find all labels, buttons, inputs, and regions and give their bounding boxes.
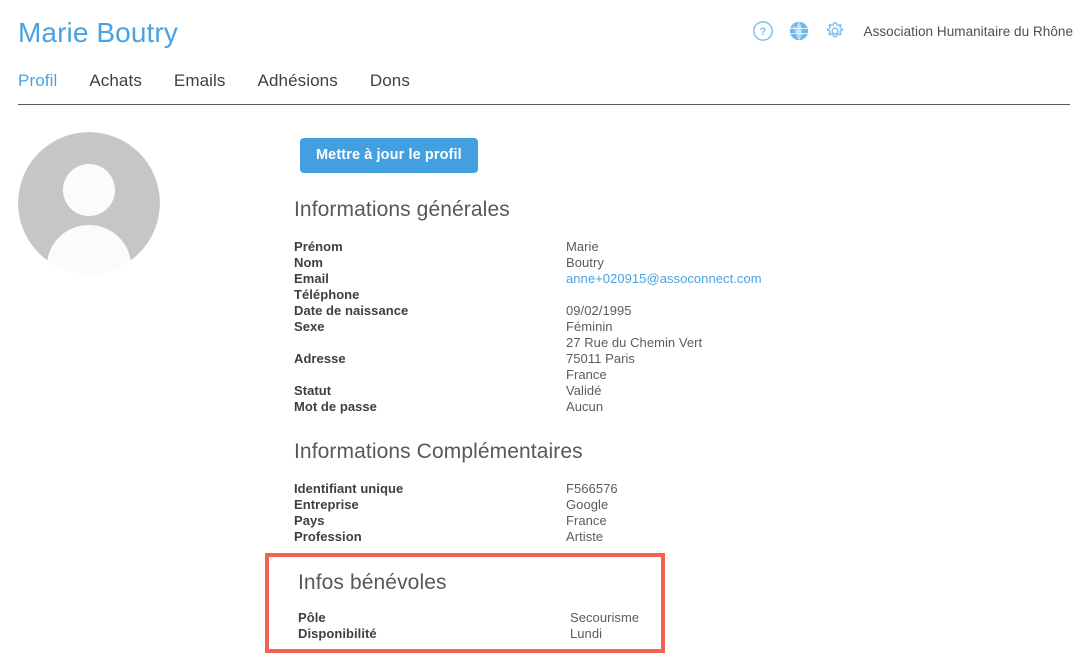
- field-value: Google: [566, 497, 609, 512]
- field-row-profession: Profession Artiste: [294, 529, 894, 545]
- section-informations-complementaires: Informations Complémentaires Identifiant…: [294, 439, 894, 545]
- field-label: Nom: [294, 255, 324, 270]
- field-row-mot-de-passe: Mot de passe Aucun: [294, 399, 894, 415]
- field-row-statut: Statut Validé: [294, 383, 894, 399]
- tab-emails[interactable]: Emails: [174, 68, 258, 94]
- avatar: [18, 132, 160, 274]
- tab-achats[interactable]: Achats: [89, 68, 174, 94]
- email-link[interactable]: anne+020915@assoconnect.com: [566, 271, 762, 287]
- field-value: Boutry: [566, 255, 604, 270]
- field-label: Profession: [294, 529, 362, 544]
- field-row-nom: Nom Boutry: [294, 255, 894, 271]
- field-label: Mot de passe: [294, 399, 377, 414]
- field-value: 27 Rue du Chemin Vert 75011 Paris France: [566, 335, 703, 382]
- field-label: Entreprise: [294, 497, 359, 512]
- page-title: Marie Boutry: [18, 17, 178, 48]
- avatar-head: [63, 164, 115, 216]
- field-row-email: Email anne+020915@assoconnect.com: [294, 271, 894, 287]
- gear-icon[interactable]: [824, 20, 846, 42]
- tab-profil[interactable]: Profil: [18, 68, 89, 94]
- field-row-disponibilite: Disponibilité Lundi: [298, 626, 658, 642]
- field-label: Pôle: [298, 610, 326, 625]
- field-label: Adresse: [294, 351, 346, 366]
- tab-adhesions[interactable]: Adhésions: [258, 68, 370, 94]
- section-title: Infos bénévoles: [298, 571, 447, 594]
- field-label: Prénom: [294, 239, 343, 254]
- field-value: Aucun: [566, 399, 604, 414]
- field-label: Statut: [294, 383, 332, 398]
- tab-dons[interactable]: Dons: [370, 68, 442, 94]
- section-infos-benevoles: Infos bénévoles Pôle Secourisme Disponibi…: [298, 570, 658, 642]
- field-label: Téléphone: [294, 287, 360, 302]
- update-profile-button[interactable]: Mettre à jour le profil: [300, 138, 478, 173]
- field-row-sexe: Sexe Féminin: [294, 319, 894, 335]
- svg-text:?: ?: [759, 26, 766, 38]
- globe-icon[interactable]: [788, 20, 810, 42]
- field-label: Date de naissance: [294, 303, 409, 318]
- field-value: Secourisme: [570, 610, 640, 625]
- profile-content: Mettre à jour le profil Informations gén…: [294, 138, 894, 545]
- field-value: 09/02/1995: [566, 303, 632, 318]
- field-value: F566576: [566, 481, 618, 496]
- field-row-identifiant-unique: Identifiant unique F566576: [294, 481, 894, 497]
- field-value: France: [566, 513, 607, 528]
- field-list: Identifiant unique F566576 Entreprise Goog…: [294, 481, 894, 545]
- section-informations-generales: Informations générales Prénom Marie Nom Bo…: [294, 197, 894, 415]
- field-row-adresse: Adresse 27 Rue du Chemin Vert 75011 Paris…: [294, 335, 894, 383]
- field-row-pays: Pays France: [294, 513, 894, 529]
- organization-name: Association Humanitaire du Rhône: [863, 23, 1073, 39]
- field-value: Artiste: [566, 529, 604, 544]
- field-row-date-de-naissance: Date de naissance 09/02/1995: [294, 303, 894, 319]
- field-list: Pôle Secourisme Disponibilité Lundi: [298, 610, 658, 642]
- field-row-telephone: Téléphone: [294, 287, 894, 303]
- field-row-entreprise: Entreprise Google: [294, 497, 894, 513]
- section-title: Informations générales: [294, 198, 510, 221]
- field-value: Féminin: [566, 319, 613, 334]
- header-divider: [18, 104, 1070, 105]
- highlight-box-infos-benevoles: Infos bénévoles Pôle Secourisme Disponibi…: [265, 553, 665, 653]
- profile-tabs: Profil Achats Emails Adhésions Dons: [18, 68, 442, 94]
- field-label: Email: [294, 271, 329, 286]
- field-value: Validé: [566, 383, 602, 398]
- field-list: Prénom Marie Nom Boutry Email anne+020915@a…: [294, 239, 894, 415]
- field-row-pole: Pôle Secourisme: [298, 610, 658, 626]
- field-value: Lundi: [570, 626, 603, 641]
- header-actions: ? Association Humanitaire du Rhône: [752, 19, 1073, 43]
- field-label: Sexe: [294, 319, 325, 334]
- field-label: Disponibilité: [298, 626, 377, 641]
- field-row-prenom: Prénom Marie: [294, 239, 894, 255]
- field-value: Marie: [566, 239, 599, 254]
- help-icon[interactable]: ?: [752, 20, 774, 42]
- field-label: Pays: [294, 513, 325, 528]
- field-label: Identifiant unique: [294, 481, 404, 496]
- section-title: Informations Complémentaires: [294, 440, 583, 463]
